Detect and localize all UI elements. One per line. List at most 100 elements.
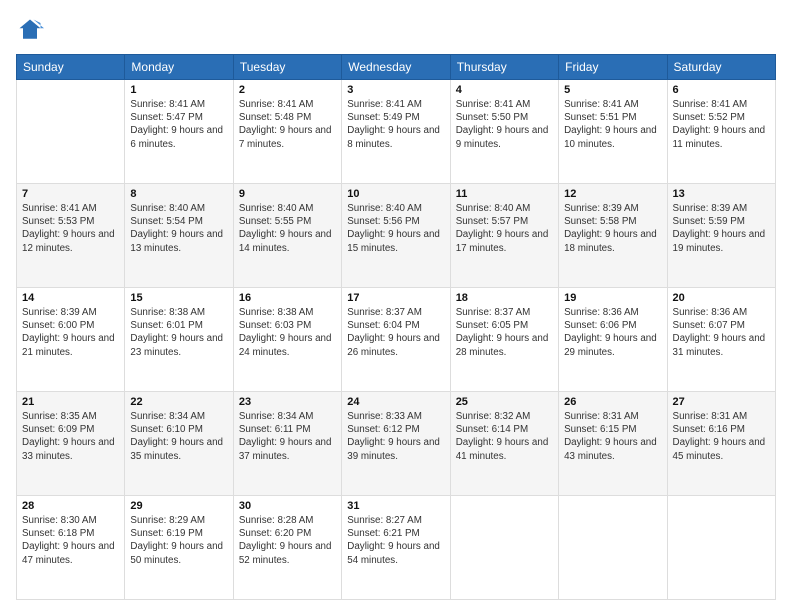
calendar-header-row: SundayMondayTuesdayWednesdayThursdayFrid… xyxy=(17,55,776,80)
calendar-cell: 7 Sunrise: 8:41 AMSunset: 5:53 PMDaylight… xyxy=(17,184,125,288)
calendar-cell: 20 Sunrise: 8:36 AMSunset: 6:07 PMDayligh… xyxy=(667,288,775,392)
calendar-cell: 1 Sunrise: 8:41 AMSunset: 5:47 PMDaylight… xyxy=(125,80,233,184)
day-info: Sunrise: 8:34 AMSunset: 6:11 PMDaylight:… xyxy=(239,410,336,463)
calendar-header-saturday: Saturday xyxy=(667,55,775,80)
calendar-cell: 17Sunrise: 8:37 AMSunset: 6:04 PMDayligh… xyxy=(342,288,450,392)
calendar-cell: 14 Sunrise: 8:39 AMSunset: 6:00 PMDayligh… xyxy=(17,288,125,392)
day-number: 25 xyxy=(456,396,553,408)
day-number: 18 xyxy=(456,292,553,304)
calendar-cell: 18Sunrise: 8:37 AMSunset: 6:05 PMDayligh… xyxy=(450,288,558,392)
day-info: Sunrise: 8:39 AMSunset: 5:58 PMDaylight:… xyxy=(564,202,661,255)
day-number: 10 xyxy=(347,188,444,200)
calendar-cell: 22 Sunrise: 8:34 AMSunset: 6:10 PMDayligh… xyxy=(125,392,233,496)
day-info: Sunrise: 8:34 AMSunset: 6:10 PMDaylight:… xyxy=(130,410,227,463)
calendar-cell xyxy=(17,80,125,184)
day-info: Sunrise: 8:40 AMSunset: 5:56 PMDaylight:… xyxy=(347,202,444,255)
day-info: Sunrise: 8:41 AMSunset: 5:53 PMDaylight:… xyxy=(22,202,119,255)
day-info: Sunrise: 8:28 AMSunset: 6:20 PMDaylight:… xyxy=(239,514,336,567)
day-number: 6 xyxy=(673,84,770,96)
day-number: 13 xyxy=(673,188,770,200)
day-number: 14 xyxy=(22,292,119,304)
calendar-cell: 9Sunrise: 8:40 AMSunset: 5:55 PMDaylight… xyxy=(233,184,341,288)
day-info: Sunrise: 8:41 AMSunset: 5:50 PMDaylight:… xyxy=(456,98,553,151)
day-info: Sunrise: 8:36 AMSunset: 6:06 PMDaylight:… xyxy=(564,306,661,359)
day-number: 9 xyxy=(239,188,336,200)
day-info: Sunrise: 8:35 AMSunset: 6:09 PMDaylight:… xyxy=(22,410,119,463)
calendar-cell: 13 Sunrise: 8:39 AMSunset: 5:59 PMDayligh… xyxy=(667,184,775,288)
calendar-cell: 31 Sunrise: 8:27 AMSunset: 6:21 PMDayligh… xyxy=(342,496,450,600)
calendar-cell: 19 Sunrise: 8:36 AMSunset: 6:06 PMDayligh… xyxy=(559,288,667,392)
calendar-week-row: 21Sunrise: 8:35 AMSunset: 6:09 PMDayligh… xyxy=(17,392,776,496)
calendar-cell: 25 Sunrise: 8:32 AMSunset: 6:14 PMDayligh… xyxy=(450,392,558,496)
calendar-table: SundayMondayTuesdayWednesdayThursdayFrid… xyxy=(16,54,776,600)
calendar-cell: 15 Sunrise: 8:38 AMSunset: 6:01 PMDayligh… xyxy=(125,288,233,392)
calendar-cell: 21Sunrise: 8:35 AMSunset: 6:09 PMDayligh… xyxy=(17,392,125,496)
day-info: Sunrise: 8:31 AMSunset: 6:16 PMDaylight:… xyxy=(673,410,770,463)
calendar-cell: 2 Sunrise: 8:41 AMSunset: 5:48 PMDaylight… xyxy=(233,80,341,184)
day-number: 11 xyxy=(456,188,553,200)
day-number: 19 xyxy=(564,292,661,304)
day-info: Sunrise: 8:38 AMSunset: 6:03 PMDaylight:… xyxy=(239,306,336,359)
day-info: Sunrise: 8:27 AMSunset: 6:21 PMDaylight:… xyxy=(347,514,444,567)
calendar-cell: 23Sunrise: 8:34 AMSunset: 6:11 PMDayligh… xyxy=(233,392,341,496)
calendar-week-row: 7 Sunrise: 8:41 AMSunset: 5:53 PMDaylight… xyxy=(17,184,776,288)
calendar-cell: 3Sunrise: 8:41 AMSunset: 5:49 PMDaylight… xyxy=(342,80,450,184)
calendar-cell xyxy=(450,496,558,600)
logo-icon xyxy=(16,16,44,44)
calendar-header-friday: Friday xyxy=(559,55,667,80)
day-number: 31 xyxy=(347,500,444,512)
calendar-week-row: 28 Sunrise: 8:30 AMSunset: 6:18 PMDayligh… xyxy=(17,496,776,600)
day-info: Sunrise: 8:37 AMSunset: 6:04 PMDaylight:… xyxy=(347,306,444,359)
day-info: Sunrise: 8:41 AMSunset: 5:47 PMDaylight:… xyxy=(130,98,227,151)
calendar-cell xyxy=(667,496,775,600)
day-number: 22 xyxy=(130,396,227,408)
calendar-cell: 26Sunrise: 8:31 AMSunset: 6:15 PMDayligh… xyxy=(559,392,667,496)
day-number: 1 xyxy=(130,84,227,96)
calendar-cell xyxy=(559,496,667,600)
day-info: Sunrise: 8:38 AMSunset: 6:01 PMDaylight:… xyxy=(130,306,227,359)
day-number: 20 xyxy=(673,292,770,304)
calendar-header-thursday: Thursday xyxy=(450,55,558,80)
day-info: Sunrise: 8:41 AMSunset: 5:51 PMDaylight:… xyxy=(564,98,661,151)
calendar-week-row: 1 Sunrise: 8:41 AMSunset: 5:47 PMDaylight… xyxy=(17,80,776,184)
day-info: Sunrise: 8:39 AMSunset: 5:59 PMDaylight:… xyxy=(673,202,770,255)
day-number: 7 xyxy=(22,188,119,200)
day-number: 28 xyxy=(22,500,119,512)
day-info: Sunrise: 8:39 AMSunset: 6:00 PMDaylight:… xyxy=(22,306,119,359)
day-info: Sunrise: 8:36 AMSunset: 6:07 PMDaylight:… xyxy=(673,306,770,359)
calendar-cell: 28 Sunrise: 8:30 AMSunset: 6:18 PMDayligh… xyxy=(17,496,125,600)
day-number: 2 xyxy=(239,84,336,96)
day-number: 29 xyxy=(130,500,227,512)
day-info: Sunrise: 8:41 AMSunset: 5:49 PMDaylight:… xyxy=(347,98,444,151)
calendar-cell: 29 Sunrise: 8:29 AMSunset: 6:19 PMDayligh… xyxy=(125,496,233,600)
header xyxy=(16,16,776,44)
calendar-cell: 6Sunrise: 8:41 AMSunset: 5:52 PMDaylight… xyxy=(667,80,775,184)
logo xyxy=(16,16,48,44)
calendar-cell: 12 Sunrise: 8:39 AMSunset: 5:58 PMDayligh… xyxy=(559,184,667,288)
day-number: 5 xyxy=(564,84,661,96)
day-info: Sunrise: 8:40 AMSunset: 5:54 PMDaylight:… xyxy=(130,202,227,255)
calendar-cell: 24Sunrise: 8:33 AMSunset: 6:12 PMDayligh… xyxy=(342,392,450,496)
calendar-header-monday: Monday xyxy=(125,55,233,80)
calendar-cell: 5 Sunrise: 8:41 AMSunset: 5:51 PMDaylight… xyxy=(559,80,667,184)
calendar-cell: 8 Sunrise: 8:40 AMSunset: 5:54 PMDaylight… xyxy=(125,184,233,288)
calendar-cell: 30Sunrise: 8:28 AMSunset: 6:20 PMDayligh… xyxy=(233,496,341,600)
day-info: Sunrise: 8:41 AMSunset: 5:48 PMDaylight:… xyxy=(239,98,336,151)
day-number: 15 xyxy=(130,292,227,304)
day-number: 27 xyxy=(673,396,770,408)
calendar-header-sunday: Sunday xyxy=(17,55,125,80)
day-number: 4 xyxy=(456,84,553,96)
calendar-header-tuesday: Tuesday xyxy=(233,55,341,80)
day-number: 8 xyxy=(130,188,227,200)
page: SundayMondayTuesdayWednesdayThursdayFrid… xyxy=(0,0,792,612)
day-info: Sunrise: 8:30 AMSunset: 6:18 PMDaylight:… xyxy=(22,514,119,567)
day-info: Sunrise: 8:33 AMSunset: 6:12 PMDaylight:… xyxy=(347,410,444,463)
calendar-cell: 4 Sunrise: 8:41 AMSunset: 5:50 PMDaylight… xyxy=(450,80,558,184)
calendar-cell: 27 Sunrise: 8:31 AMSunset: 6:16 PMDayligh… xyxy=(667,392,775,496)
day-info: Sunrise: 8:32 AMSunset: 6:14 PMDaylight:… xyxy=(456,410,553,463)
calendar-cell: 11Sunrise: 8:40 AMSunset: 5:57 PMDayligh… xyxy=(450,184,558,288)
day-info: Sunrise: 8:29 AMSunset: 6:19 PMDaylight:… xyxy=(130,514,227,567)
day-number: 12 xyxy=(564,188,661,200)
day-number: 16 xyxy=(239,292,336,304)
calendar-cell: 16 Sunrise: 8:38 AMSunset: 6:03 PMDayligh… xyxy=(233,288,341,392)
